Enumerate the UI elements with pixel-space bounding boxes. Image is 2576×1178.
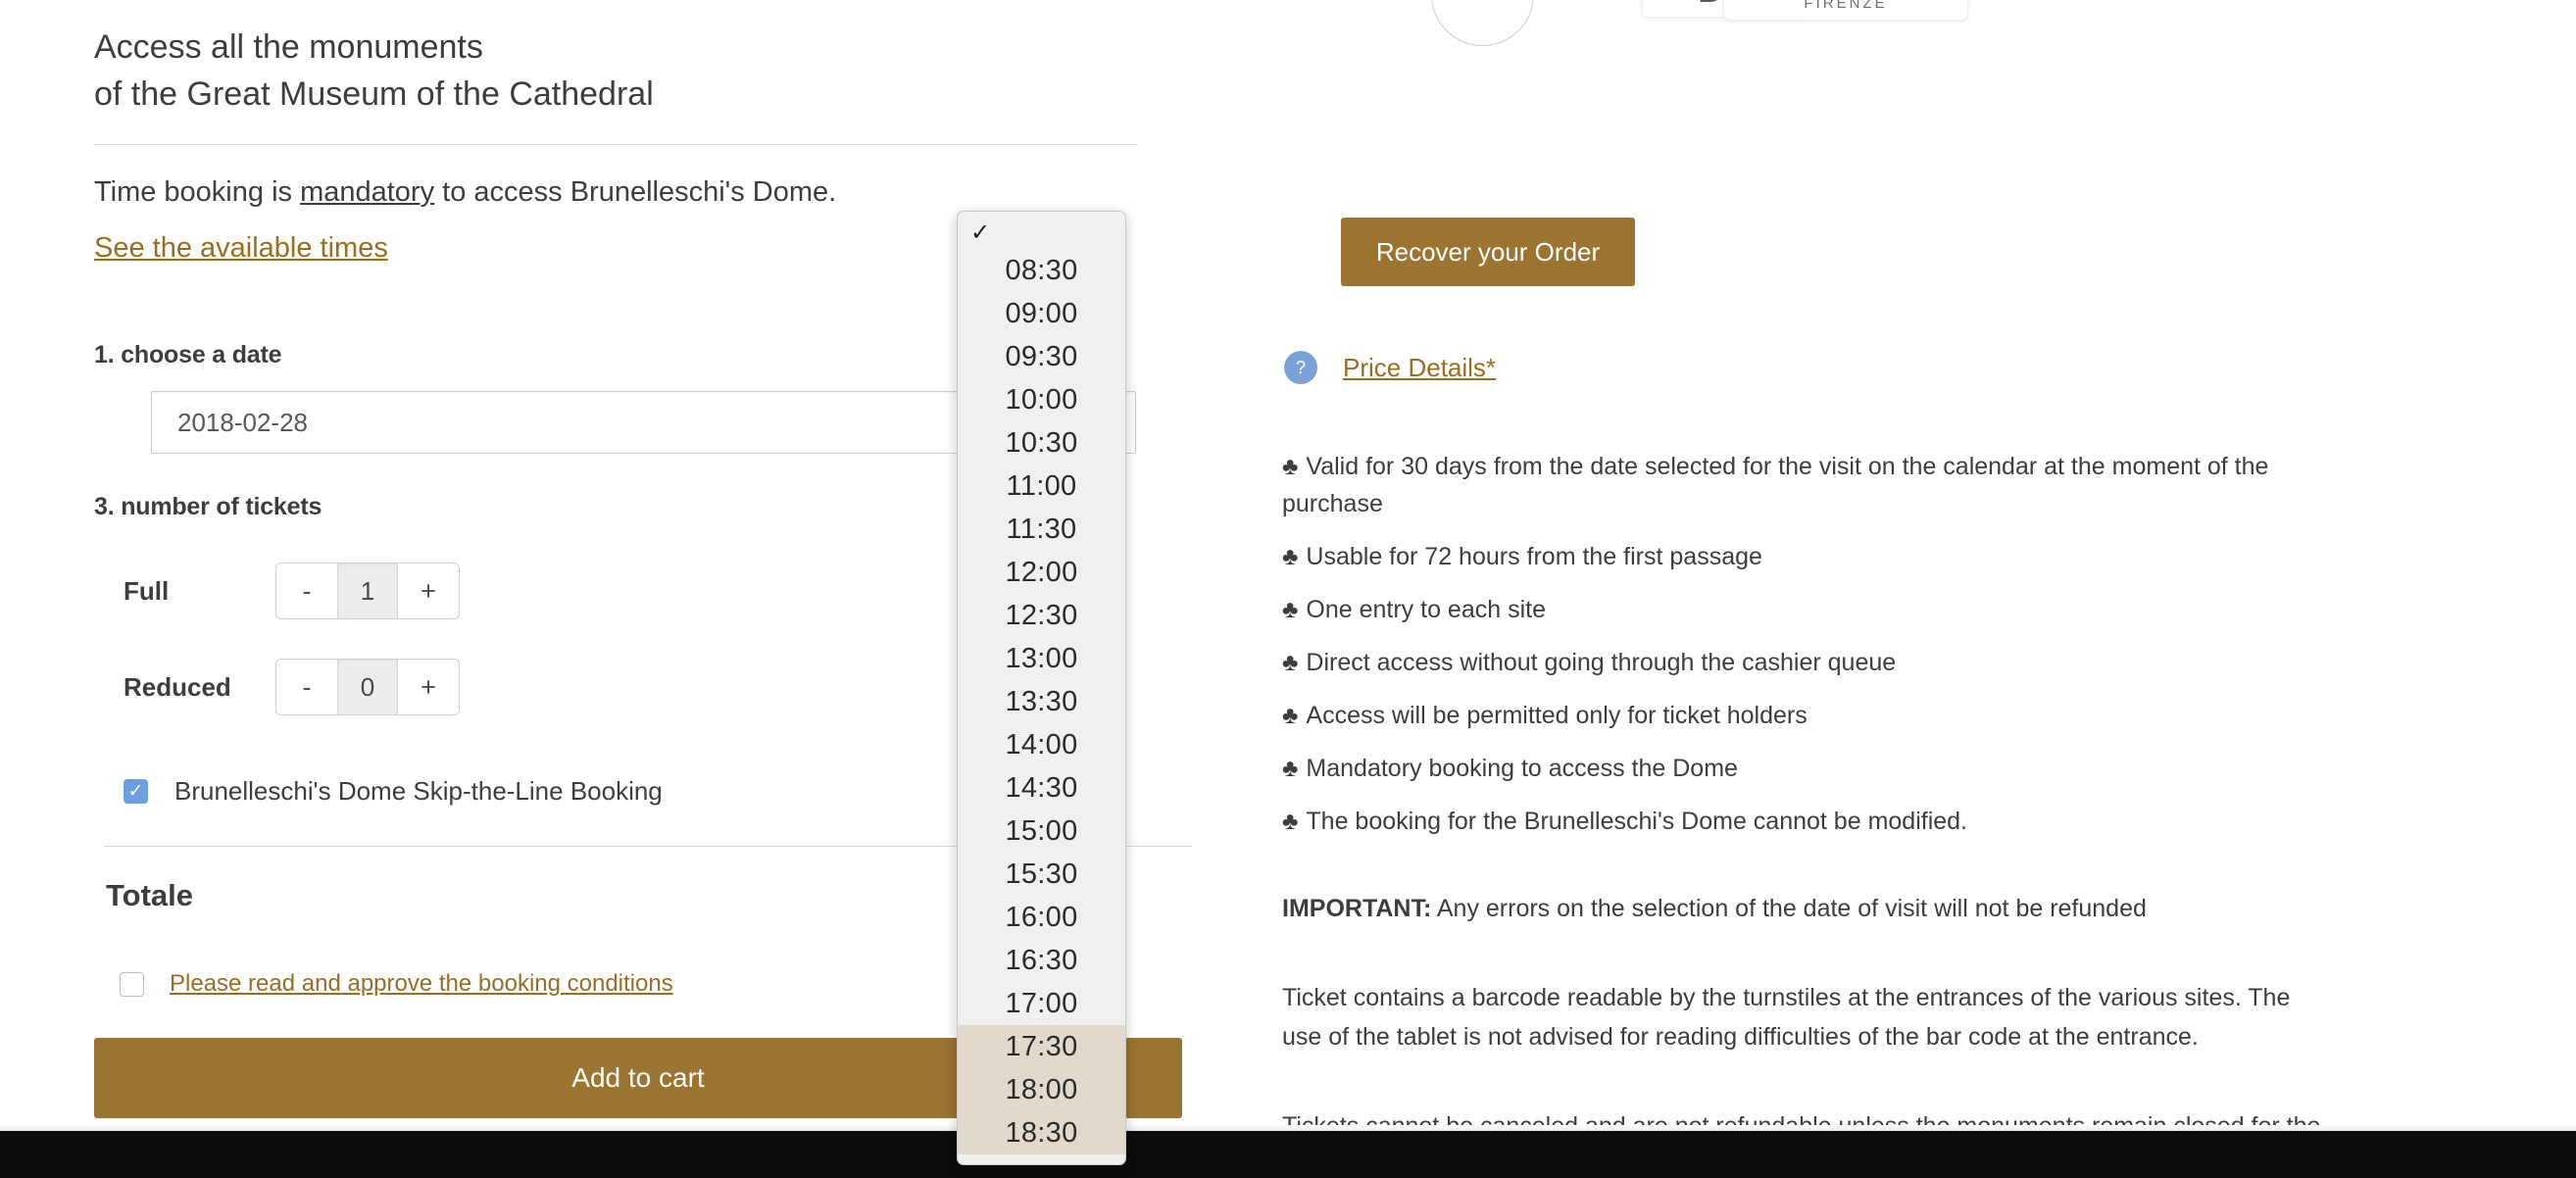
- time-option[interactable]: 08:30: [958, 249, 1125, 292]
- quantity-stepper-full: - 1 +: [275, 563, 460, 620]
- time-option[interactable]: 15:00: [958, 810, 1125, 853]
- condition-bullet: ♣ Valid for 30 days from the date selecte…: [1282, 448, 2321, 522]
- clover-bullet-icon: ♣: [1282, 596, 1299, 623]
- time-option[interactable]: 11:30: [958, 508, 1125, 551]
- condition-bullet-text: The booking for the Brunelleschi's Dome …: [1306, 808, 1968, 835]
- booking-notice-suffix: to access Brunelleschi's Dome.: [434, 175, 837, 208]
- recover-order-button[interactable]: Recover your Order: [1341, 218, 1635, 286]
- checkmark-icon: ✓: [127, 781, 144, 803]
- increment-button-reduced[interactable]: +: [398, 660, 459, 715]
- ticket-type-label-reduced: Reduced: [124, 671, 231, 702]
- booking-conditions-link[interactable]: Please read and approve the booking cond…: [170, 970, 673, 998]
- important-notice: IMPORTANT: Any errors on the selection o…: [1282, 889, 2321, 929]
- decrement-button-reduced[interactable]: -: [276, 660, 337, 715]
- condition-bullet: ♣ One entry to each site: [1282, 591, 2321, 628]
- clover-bullet-icon: ♣: [1282, 543, 1299, 570]
- quantity-stepper-reduced: - 0 +: [275, 659, 460, 716]
- time-option[interactable]: 12:00: [958, 551, 1125, 594]
- time-option[interactable]: 15:30: [958, 853, 1125, 896]
- price-details-link[interactable]: Price Details*: [1343, 353, 1496, 383]
- question-mark-icon[interactable]: ?: [1284, 351, 1317, 384]
- increment-button-full[interactable]: +: [398, 564, 459, 619]
- clover-bullet-icon: ♣: [1282, 808, 1299, 835]
- important-notice-text: Any errors on the selection of the date …: [1431, 895, 2147, 922]
- price-details-row[interactable]: ? Price Details*: [1284, 351, 2372, 384]
- clover-bullet-icon: ♣: [1282, 649, 1299, 676]
- condition-bullet-text: One entry to each site: [1306, 596, 1546, 623]
- title-divider: [94, 143, 1138, 145]
- time-option[interactable]: 16:30: [958, 939, 1125, 982]
- time-option[interactable]: 13:30: [958, 680, 1125, 723]
- quantity-value-reduced[interactable]: 0: [337, 660, 398, 715]
- dome-booking-option-label: Brunelleschi's Dome Skip-the-Line Bookin…: [174, 776, 663, 807]
- mandatory-emphasis: mandatory: [300, 175, 435, 208]
- condition-bullet: ♣ Access will be permitted only for ticke…: [1282, 697, 2321, 734]
- time-option[interactable]: 10:30: [958, 421, 1125, 465]
- condition-bullet: ♣ Direct access without going through the…: [1282, 644, 2321, 681]
- booking-notice: Time booking is mandatory to access Brun…: [94, 174, 1202, 212]
- selected-check-row: ✓: [958, 218, 1125, 249]
- time-option[interactable]: 14:00: [958, 723, 1125, 766]
- clover-bullet-icon: ♣: [1282, 755, 1299, 782]
- check-icon: ✓: [970, 220, 991, 246]
- time-option[interactable]: 17:00: [958, 982, 1125, 1025]
- see-available-times-link[interactable]: See the available times: [94, 232, 388, 265]
- dome-booking-checkbox[interactable]: ✓: [124, 779, 148, 805]
- clover-bullet-icon: ♣: [1282, 453, 1299, 480]
- browser-bottom-bar: [0, 1131, 2576, 1178]
- booking-conditions-checkbox[interactable]: [120, 971, 144, 997]
- condition-bullet-text: Mandatory booking to access the Dome: [1306, 755, 1738, 782]
- condition-bullet: ♣ Usable for 72 hours from the first pass…: [1282, 538, 2321, 575]
- page-root: DU DUOMO FIRENZE Access all the monument…: [0, 0, 2576, 1178]
- clover-bullet-icon: ♣: [1282, 702, 1299, 729]
- decrement-button-full[interactable]: -: [276, 564, 337, 619]
- time-option[interactable]: 09:30: [958, 335, 1125, 378]
- condition-bullet: ♣ Mandatory booking to access the Dome: [1282, 750, 2321, 787]
- booking-notice-prefix: Time booking is: [94, 175, 301, 208]
- time-option[interactable]: 12:30: [958, 594, 1125, 637]
- time-option[interactable]: 16:00: [958, 896, 1125, 939]
- time-option-list: 08:30 09:00 09:30 10:00 10:30 11:00 11:30 12:00…: [958, 249, 1125, 1154]
- time-option[interactable]: 09:00: [958, 292, 1125, 335]
- time-option[interactable]: 10:00: [958, 378, 1125, 421]
- condition-bullet-text: Access will be permitted only for ticket…: [1306, 702, 1808, 729]
- ticket-conditions-list: ♣ Valid for 30 days from the date selecte…: [1282, 448, 2321, 840]
- important-notice-label: IMPORTANT:: [1282, 895, 1432, 922]
- time-option[interactable]: 18:30: [958, 1111, 1125, 1154]
- info-sidebar: Recover your Order ? Price Details* ♣ Val…: [1274, 0, 2372, 1178]
- barcode-paragraph: Ticket contains a barcode readable by th…: [1282, 983, 2291, 1052]
- condition-bullet-text: Usable for 72 hours from the first passa…: [1306, 543, 1762, 570]
- page-title: Access all the monuments of the Great Mu…: [94, 28, 654, 114]
- time-select-dropdown[interactable]: ✓ 08:30 09:00 09:30 10:00 10:30 11:00 11:30 12:…: [957, 211, 1126, 1165]
- quantity-value-full[interactable]: 1: [337, 564, 398, 619]
- ticket-type-label-full: Full: [124, 575, 170, 606]
- time-option[interactable]: 17:30: [958, 1025, 1125, 1068]
- time-option[interactable]: 18:00: [958, 1068, 1125, 1111]
- time-option[interactable]: 11:00: [958, 465, 1125, 508]
- condition-bullet: ♣ The booking for the Brunelleschi's Dome…: [1282, 803, 2321, 840]
- condition-bullet-text: Direct access without going through the …: [1306, 649, 1897, 676]
- time-option[interactable]: 13:00: [958, 637, 1125, 680]
- time-option[interactable]: 14:30: [958, 766, 1125, 810]
- condition-bullet-text: Valid for 30 days from the date selected…: [1282, 453, 2269, 517]
